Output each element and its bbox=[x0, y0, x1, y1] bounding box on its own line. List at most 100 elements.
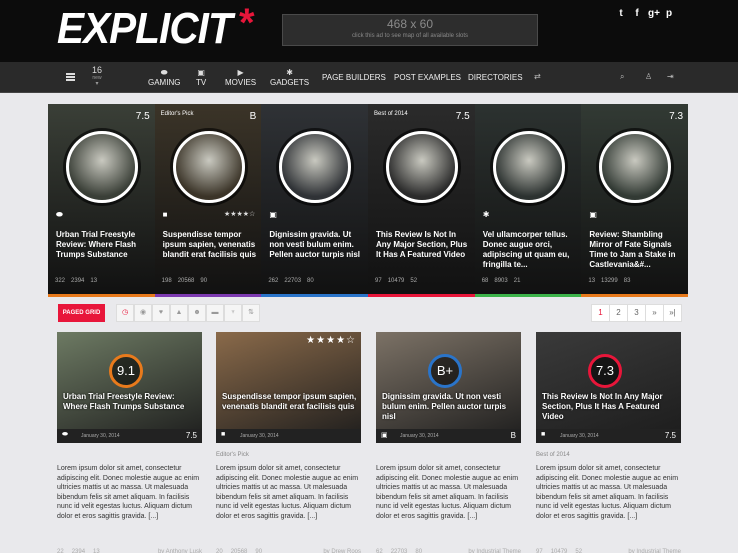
new-posts-counter[interactable]: 16 new ▾ bbox=[89, 66, 105, 88]
tile-meta: 97 10479 52 bbox=[375, 278, 473, 284]
card-title[interactable]: Suspendisse tempor ipsum sapien, venenat… bbox=[222, 392, 358, 412]
comments-count: 80 bbox=[415, 549, 423, 553]
card-stats: 97 10479 52 bbox=[536, 549, 582, 553]
main-nav: 16 new ▾ ⬬ GAMING ▣ TV ▶ MOVIES ✱ GADGET… bbox=[0, 62, 738, 93]
pinterest-icon[interactable]: p bbox=[664, 8, 674, 19]
logo-text: EXPLICIT bbox=[57, 4, 233, 53]
sort-icon[interactable]: ⇅ bbox=[242, 304, 260, 322]
card-image[interactable] bbox=[216, 332, 361, 443]
card-title[interactable]: Dignissim gravida. Ut non vesti bulum en… bbox=[382, 392, 518, 422]
search-icon[interactable]: ⌕ bbox=[620, 72, 624, 82]
likes-count: 2394 bbox=[71, 278, 85, 284]
comments-count: 80 bbox=[307, 278, 314, 284]
users-icon[interactable]: ☻ bbox=[188, 304, 206, 322]
ad-note: click this ad to see map of all availabl… bbox=[351, 33, 469, 39]
social-links: t f g+ p bbox=[616, 8, 674, 19]
tile-score: 7.5 bbox=[135, 111, 150, 122]
nav-link-page-builders[interactable]: PAGE BUILDERS bbox=[322, 73, 386, 82]
gamepad-icon: ⬬ bbox=[56, 210, 63, 219]
nav-item-gadgets[interactable]: ✱ GADGETS bbox=[270, 67, 309, 87]
google-plus-icon[interactable]: g+ bbox=[648, 8, 660, 19]
card-date: January 30, 2014 bbox=[400, 433, 439, 439]
tile-meta: 198 20568 90 bbox=[162, 278, 260, 284]
comments-count: 21 bbox=[513, 278, 521, 284]
card-meta-bar: ⬬ January 30, 2014 7.5 bbox=[57, 429, 202, 443]
video-icon: ■ bbox=[162, 210, 168, 219]
trophy-icon[interactable]: ♆ bbox=[224, 304, 242, 322]
tile-meta: 322 2394 13 bbox=[55, 278, 153, 284]
tile-thumbnail bbox=[279, 131, 352, 203]
paged-grid-button[interactable]: PAGED GRID bbox=[58, 304, 105, 322]
card-author[interactable]: by Drew Roos bbox=[323, 549, 361, 553]
card-stats: 62 22703 80 bbox=[376, 549, 422, 553]
next-page-button[interactable]: » bbox=[645, 304, 664, 322]
tile-title[interactable]: Suspendisse tempor ipsum sapien, venenat… bbox=[163, 230, 257, 260]
article-card[interactable]: B+ Dignissim gravida. Ut non vesti bulum… bbox=[376, 332, 521, 553]
chevron-down-icon: ▾ bbox=[95, 81, 99, 87]
twitter-icon[interactable]: t bbox=[616, 8, 626, 19]
nav-link-directories[interactable]: DIRECTORIES bbox=[468, 73, 523, 82]
views-count: 97 bbox=[375, 278, 382, 284]
page-3[interactable]: 3 bbox=[627, 304, 646, 322]
chart-icon[interactable]: ▲ bbox=[170, 304, 188, 322]
views-count: 62 bbox=[376, 549, 383, 553]
featured-tile[interactable]: ▣ Dignissim gravida. Ut non vesti bulum … bbox=[261, 104, 369, 297]
menu-icon[interactable] bbox=[66, 73, 75, 81]
views-count: 22 bbox=[57, 549, 64, 553]
comment-icon[interactable]: ▬ bbox=[206, 304, 224, 322]
gear-icon: ✱ bbox=[286, 68, 293, 77]
rating-stars: ★★★★☆ bbox=[223, 211, 256, 218]
likes-count: 20568 bbox=[230, 549, 248, 553]
card-rating: 7.5 bbox=[185, 431, 197, 440]
tile-title[interactable]: Vel ullamcorper tellus. Donec augue orci… bbox=[483, 230, 577, 270]
tv-icon: ▣ bbox=[197, 68, 205, 77]
card-author[interactable]: by Industrial Theme bbox=[628, 549, 681, 553]
featured-tile[interactable]: 7.3 ▣ Review: Shambling Mirror of Fate S… bbox=[581, 104, 689, 297]
card-meta-bar: ■ January 30, 2014 7.5 bbox=[536, 429, 681, 443]
facebook-icon[interactable]: f bbox=[632, 8, 642, 19]
last-page-button[interactable]: »| bbox=[663, 304, 682, 322]
tile-title[interactable]: Review: Shambling Mirror of Fate Signals… bbox=[589, 230, 683, 270]
card-badge: Editor's Pick bbox=[216, 452, 249, 458]
comments-count: 90 bbox=[200, 278, 208, 284]
article-card[interactable]: 7.3 This Review Is Not In Any Major Sect… bbox=[536, 332, 681, 553]
featured-tile[interactable]: ✱ Vel ullamcorper tellus. Donec augue or… bbox=[474, 104, 582, 297]
card-stats: 20 20568 90 bbox=[216, 549, 262, 553]
nav-link-post-examples[interactable]: POST EXAMPLES bbox=[394, 73, 461, 82]
tile-score: 7.3 bbox=[669, 111, 684, 122]
nav-item-tv[interactable]: ▣ TV bbox=[196, 67, 206, 87]
page-2[interactable]: 2 bbox=[609, 304, 628, 322]
card-author[interactable]: by Industrial Theme bbox=[468, 549, 521, 553]
card-author[interactable]: by Anthony Lusk bbox=[158, 549, 202, 553]
eye-icon[interactable]: ◉ bbox=[134, 304, 152, 322]
nav-item-movies[interactable]: ▶ MOVIES bbox=[225, 67, 256, 87]
heart-icon[interactable]: ♥ bbox=[152, 304, 170, 322]
likes-count: 13299 bbox=[601, 278, 618, 284]
ad-banner[interactable]: 468 x 60 click this ad to see map of all… bbox=[282, 14, 538, 46]
page-1[interactable]: 1 bbox=[591, 304, 610, 322]
tile-title[interactable]: This Review Is Not In Any Major Section,… bbox=[376, 230, 470, 260]
tile-badge: Editor's Pick bbox=[160, 111, 194, 117]
gear-icon: ✱ bbox=[482, 210, 490, 219]
card-title[interactable]: Urban Trial Freestyle Review: Where Flas… bbox=[63, 392, 199, 412]
tile-score: 7.5 bbox=[455, 111, 470, 122]
featured-tile[interactable]: 7.5 ⬬ Urban Trial Freestyle Review: Wher… bbox=[48, 104, 155, 297]
pagination: 1 2 3 » »| bbox=[591, 304, 682, 322]
views-count: 20 bbox=[216, 549, 223, 553]
card-excerpt: Lorem ipsum dolor sit amet, consectetur … bbox=[216, 465, 359, 520]
tile-title[interactable]: Urban Trial Freestyle Review: Where Flas… bbox=[56, 230, 150, 260]
featured-tile[interactable]: Best of 2014 7.5 This Review Is Not In A… bbox=[368, 104, 475, 297]
add-user-icon[interactable]: ♙ bbox=[645, 72, 652, 81]
nav-item-gaming[interactable]: ⬬ GAMING bbox=[148, 67, 180, 87]
login-icon[interactable]: ⇥ bbox=[667, 72, 674, 81]
shuffle-icon[interactable]: ⇄ bbox=[534, 72, 541, 81]
tile-title[interactable]: Dignissim gravida. Ut non vesti bulum en… bbox=[269, 230, 363, 260]
site-logo[interactable]: EXPLICIT * bbox=[57, 3, 255, 54]
article-card[interactable]: 9.1 Urban Trial Freestyle Review: Where … bbox=[57, 332, 202, 553]
clock-icon[interactable]: ◷ bbox=[116, 304, 134, 322]
featured-tile[interactable]: Editor's Pick B ■ ★★★★☆ Suspendisse temp… bbox=[154, 104, 262, 297]
film-icon: ■ bbox=[541, 431, 546, 438]
article-card[interactable]: ★★★★☆ Suspendisse tempor ipsum sapien, v… bbox=[216, 332, 361, 553]
likes-count: 10479 bbox=[550, 549, 568, 553]
card-title[interactable]: This Review Is Not In Any Major Section,… bbox=[542, 392, 678, 422]
